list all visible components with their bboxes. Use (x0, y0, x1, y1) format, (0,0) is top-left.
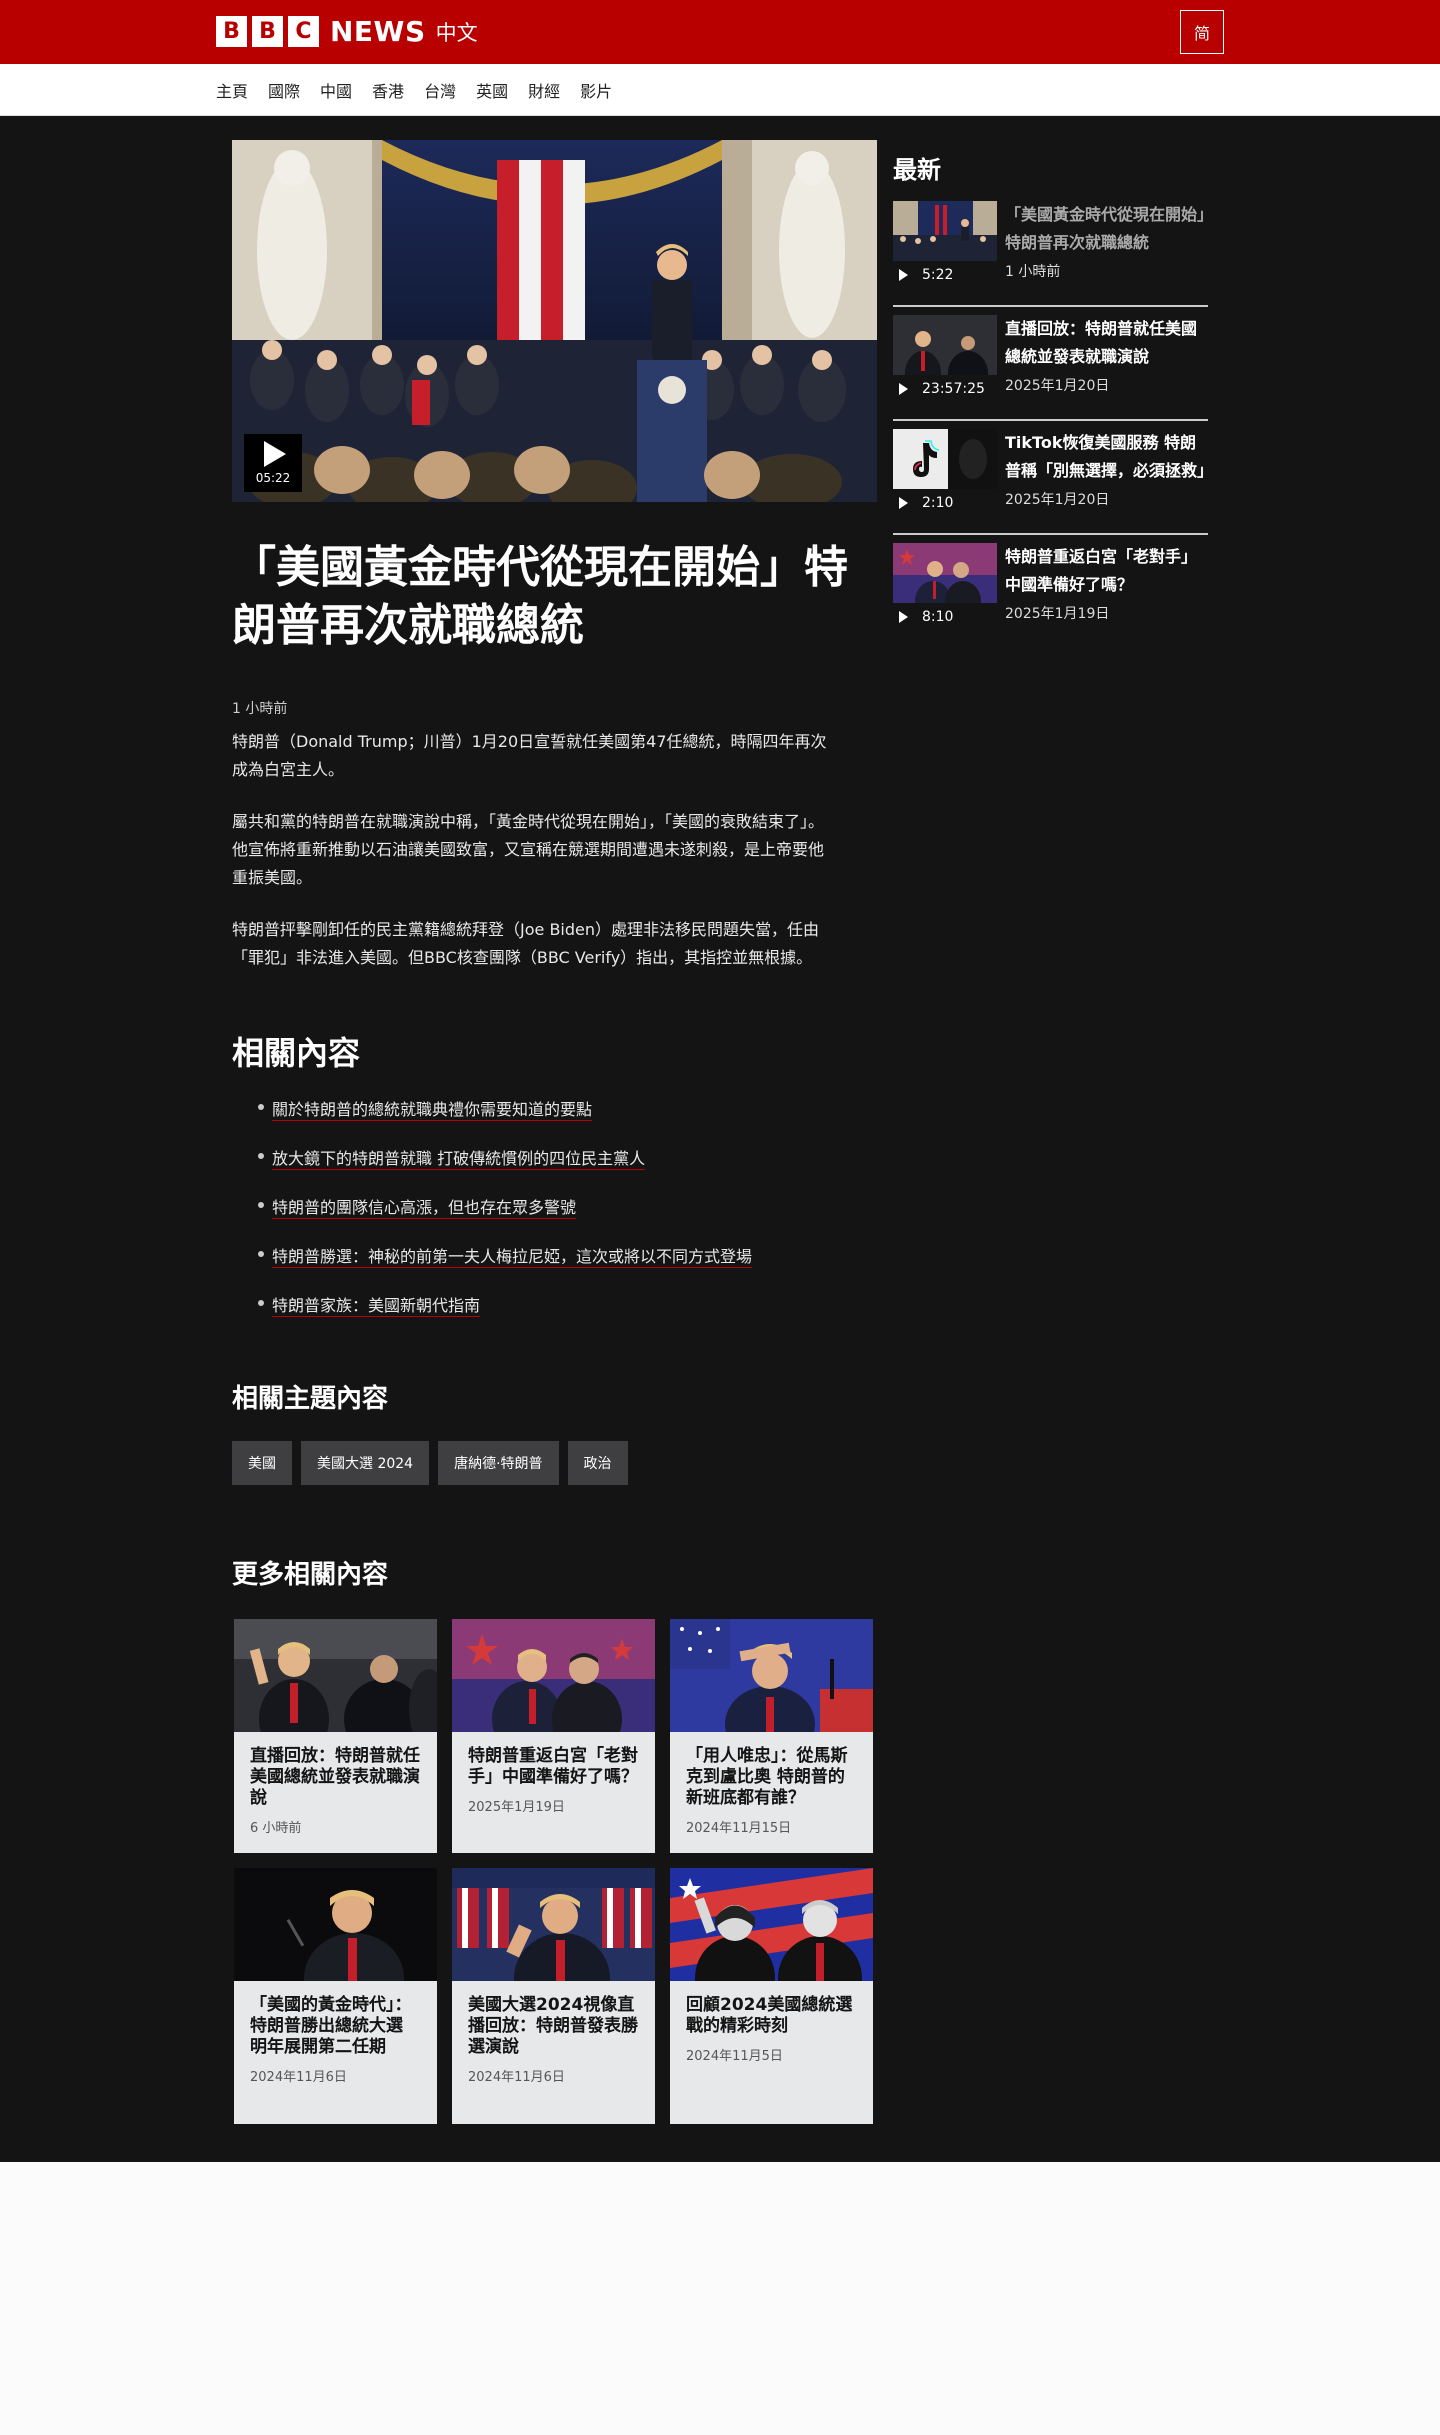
play-icon (899, 611, 908, 623)
hero-video-player[interactable]: 05:22 (232, 140, 877, 502)
play-icon (264, 441, 286, 467)
latest-title: 特朗普重返白宮「老對手」中國準備好了嗎？ (1005, 547, 1198, 594)
latest-duration: 5:22 (899, 267, 953, 283)
latest-title: 直播回放：特朗普就任美國總統並發表就職演說 (1005, 319, 1198, 366)
latest-date: 2025年1月20日 (1005, 378, 1110, 394)
card-image (234, 1619, 437, 1732)
video-duration: 05:22 (255, 471, 291, 485)
article-paragraph: 特朗普抨擊剛卸任的民主黨籍總統拜登（Joe Biden）處理非法移民問題失當，任… (232, 920, 820, 967)
topic-tag[interactable]: 唐納德·特朗普 (438, 1441, 559, 1485)
logo-language: 中文 (435, 20, 478, 45)
article-paragraph: 特朗普（Donald Trump；川普）1月20日宣誓就任美國第47任總統，時隔… (232, 732, 827, 779)
related-topics-heading: 相關主題內容 (232, 1384, 389, 1414)
related-link[interactable]: 特朗普家族：美國新朝代指南 (258, 1292, 858, 1317)
card-date: 2024年11月5日 (686, 2049, 783, 2064)
card-title: 美國大選2024視像直播回放：特朗普發表勝選演說 (468, 1995, 638, 2057)
play-icon (899, 497, 908, 509)
card-title: 「美國的黃金時代」：特朗普勝出總統大選 明年展開第二任期 (250, 1995, 412, 2057)
play-icon (899, 269, 908, 281)
logo-letter-b1: B (216, 16, 247, 47)
nav-item-video[interactable]: 影片 (580, 78, 612, 102)
card-image (234, 1868, 437, 1981)
article-body: 特朗普（Donald Trump；川普）1月20日宣誓就任美國第47任總統，時隔… (232, 728, 832, 996)
top-banner: B B C NEWS 中文 简 (0, 0, 1440, 64)
nav-item-hongkong[interactable]: 香港 (372, 78, 404, 102)
latest-item[interactable]: 2:10 TikTok恢復美國服務 特朗普稱「別無選擇，必須拯救」 2025年1… (893, 429, 1214, 535)
latest-thumbnail-image (893, 543, 997, 621)
promo-card[interactable]: 回顧2024美國總統選戰的精彩時刻 2024年11月5日 (670, 1868, 873, 2124)
latest-thumbnail: 23:57:25 (893, 315, 997, 397)
more-content-grid: 直播回放：特朗普就任美國總統並發表就職演說 6 小時前 特朗普重返白宮「老對手」… (234, 1619, 876, 2124)
card-date: 6 小時前 (250, 1821, 302, 1836)
card-image (452, 1868, 655, 1981)
promo-card[interactable]: 「美國的黃金時代」：特朗普勝出總統大選 明年展開第二任期 2024年11月6日 (234, 1868, 437, 2124)
nav-item-finance[interactable]: 財經 (528, 78, 560, 102)
topic-tags: 美國 美國大選 2024 唐納德·特朗普 政治 (232, 1441, 637, 1485)
card-image (452, 1619, 655, 1732)
latest-thumbnail: 5:22 (893, 201, 997, 283)
latest-thumbnail-image (893, 429, 997, 489)
latest-item[interactable]: 23:57:25 直播回放：特朗普就任美國總統並發表就職演說 2025年1月20… (893, 315, 1208, 421)
related-content-heading: 相關內容 (232, 1034, 361, 1072)
logo-news-text: NEWS (330, 15, 426, 48)
related-link[interactable]: 關於特朗普的總統就職典禮你需要知道的要點 (258, 1096, 858, 1121)
article-paragraph: 屬共和黨的特朗普在就職演說中稱，「黃金時代從現在開始」，「美國的衰敗結束了」。他… (232, 812, 825, 887)
latest-duration: 8:10 (899, 609, 953, 625)
topic-tag[interactable]: 美國 (232, 1441, 292, 1485)
latest-date: 1 小時前 (1005, 264, 1061, 280)
related-content-list: 關於特朗普的總統就職典禮你需要知道的要點 放大鏡下的特朗普就職 打破傳統慣例的四… (258, 1096, 858, 1341)
card-image (670, 1619, 873, 1732)
latest-thumbnail-image (893, 201, 997, 261)
related-link[interactable]: 特朗普的團隊信心高漲，但也存在眾多警號 (258, 1194, 858, 1219)
promo-card[interactable]: 美國大選2024視像直播回放：特朗普發表勝選演說 2024年11月6日 (452, 1868, 655, 2124)
bbc-news-logo[interactable]: B B C NEWS 中文 (216, 15, 478, 48)
latest-date: 2025年1月20日 (1005, 492, 1110, 508)
related-link[interactable]: 特朗普勝選：神秘的前第一夫人梅拉尼婭，這次或將以不同方式登場 (258, 1243, 858, 1268)
nav-item-home[interactable]: 主頁 (216, 78, 248, 102)
latest-title: 「美國黃金時代從現在開始」特朗普再次就職總統 (1005, 205, 1206, 252)
nav-item-uk[interactable]: 英國 (476, 78, 508, 102)
card-title: 「用人唯忠」：從馬斯克到盧比奧 特朗普的新班底都有誰？ (686, 1746, 848, 1808)
promo-card[interactable]: 直播回放：特朗普就任美國總統並發表就職演說 6 小時前 (234, 1619, 437, 1853)
latest-date: 2025年1月19日 (1005, 606, 1110, 622)
card-date: 2024年11月6日 (250, 2070, 347, 2085)
topic-tag[interactable]: 美國大選 2024 (301, 1441, 430, 1485)
card-title: 回顧2024美國總統選戰的精彩時刻 (686, 1995, 853, 2036)
logo-letter-c: C (288, 16, 319, 47)
related-link[interactable]: 放大鏡下的特朗普就職 打破傳統慣例的四位民主黨人 (258, 1145, 858, 1170)
topic-tag[interactable]: 政治 (567, 1441, 628, 1485)
card-date: 2024年11月15日 (686, 1821, 792, 1836)
nav-item-china[interactable]: 中國 (320, 78, 352, 102)
latest-thumbnail-image (893, 315, 997, 395)
latest-thumbnail: 8:10 (893, 543, 997, 625)
card-date: 2025年1月19日 (468, 1800, 565, 1815)
article-headline: 「美國黃金時代從現在開始」特朗普再次就職總統 (232, 542, 848, 651)
article-timestamp: 1 小時前 (232, 701, 288, 717)
logo-letter-b2: B (252, 16, 283, 47)
latest-sidebar: 最新 5:22 「美國黃金時代從現在開始」特朗普再次就職總統 1 小時前 23:… (893, 150, 1214, 657)
nav-item-taiwan[interactable]: 台灣 (424, 78, 456, 102)
latest-title: TikTok恢復美國服務 特朗普稱「別無選擇，必須拯救」 (1005, 433, 1214, 480)
main-content: 05:22 「美國黃金時代從現在開始」特朗普再次就職總統 1 小時前 特朗普（D… (0, 116, 1440, 2162)
play-button[interactable]: 05:22 (244, 434, 302, 492)
more-content-heading: 更多相關內容 (232, 1560, 389, 1590)
promo-card[interactable]: 「用人唯忠」：從馬斯克到盧比奧 特朗普的新班底都有誰？ 2024年11月15日 (670, 1619, 873, 1853)
simplified-chinese-toggle[interactable]: 简 (1180, 10, 1224, 54)
card-date: 2024年11月6日 (468, 2070, 565, 2085)
latest-thumbnail: 2:10 (893, 429, 997, 511)
promo-card[interactable]: 特朗普重返白宮「老對手」中國準備好了嗎？ 2025年1月19日 (452, 1619, 655, 1853)
latest-duration: 2:10 (899, 495, 953, 511)
nav-item-international[interactable]: 國際 (268, 78, 300, 102)
card-title: 直播回放：特朗普就任美國總統並發表就職演說 (250, 1746, 420, 1808)
card-title: 特朗普重返白宮「老對手」中國準備好了嗎？ (468, 1746, 638, 1787)
hero-video-image (232, 140, 877, 502)
main-nav: 主頁 國際 中國 香港 台灣 英國 財經 影片 (0, 64, 1440, 116)
latest-item[interactable]: 8:10 特朗普重返白宮「老對手」中國準備好了嗎？ 2025年1月19日 (893, 543, 1208, 649)
latest-item[interactable]: 5:22 「美國黃金時代從現在開始」特朗普再次就職總統 1 小時前 (893, 201, 1208, 307)
latest-heading: 最新 (893, 156, 941, 184)
card-image (670, 1868, 873, 1981)
play-icon (899, 383, 908, 395)
latest-duration: 23:57:25 (899, 381, 985, 397)
